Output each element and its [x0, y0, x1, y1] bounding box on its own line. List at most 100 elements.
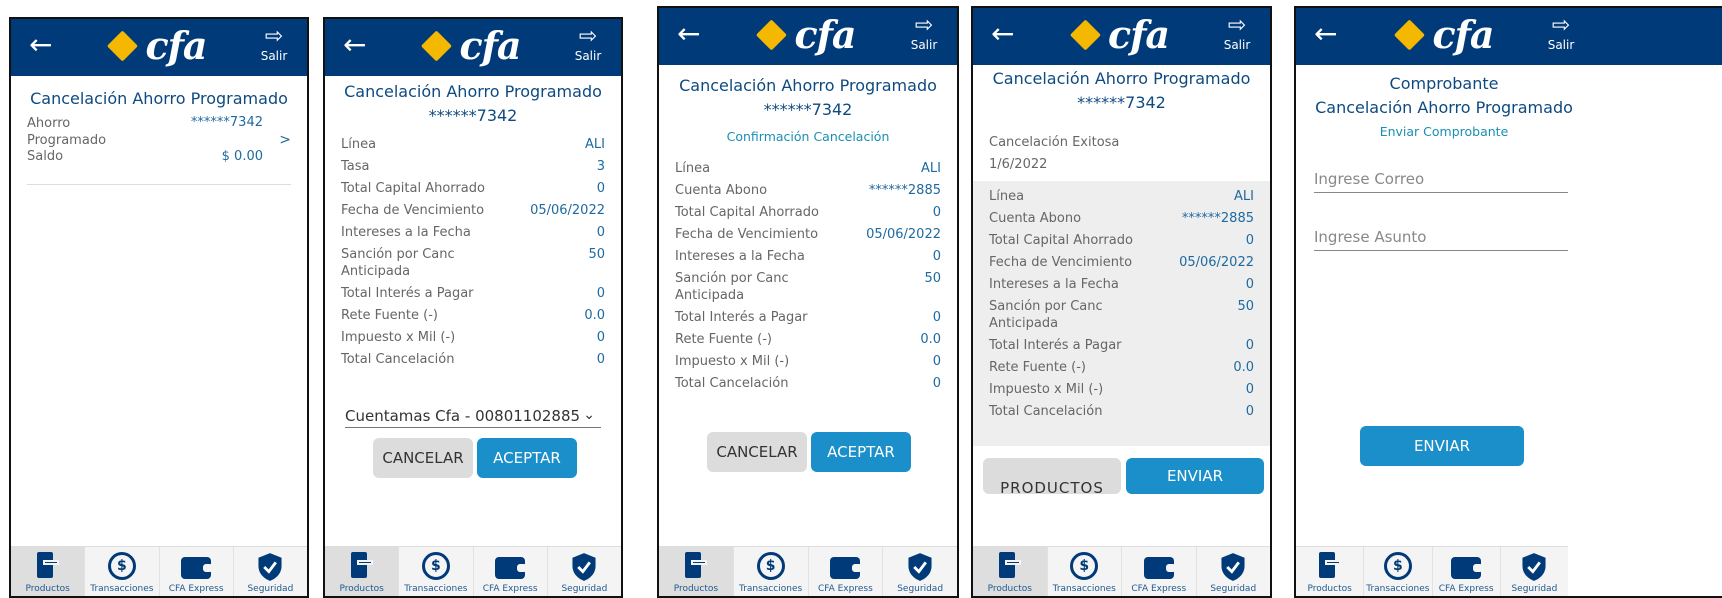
tab-transacciones[interactable]: $ Transacciones — [1363, 547, 1431, 596]
detail-value: 50 — [588, 247, 605, 262]
account-number: ******7342 — [1077, 93, 1166, 112]
detail-label: Sanción por Canc Anticipada — [675, 271, 789, 303]
detail-label: Total Capital Ahorrado — [989, 233, 1133, 248]
bottom-tab-bar: Productos $ Transacciones CFA Express Seg… — [1296, 546, 1568, 596]
shield-icon — [1221, 553, 1245, 581]
back-arrow-icon[interactable]: ← — [991, 19, 1014, 49]
tab-productos[interactable]: Productos — [11, 547, 85, 596]
tab-productos[interactable]: Productos — [325, 547, 399, 596]
back-arrow-icon[interactable]: ← — [677, 19, 700, 49]
tab-transacciones[interactable]: $ Transacciones — [1046, 547, 1122, 596]
tab-productos[interactable]: Productos — [1296, 547, 1363, 596]
tab-seguridad[interactable]: Seguridad — [882, 547, 957, 596]
page-title: Cancelación Ahorro Programado — [679, 76, 937, 95]
back-arrow-icon[interactable]: ← — [343, 30, 366, 60]
shield-icon — [1522, 553, 1546, 581]
tab-cfa-express[interactable]: CFA Express — [1431, 547, 1500, 596]
transactions-icon: $ — [756, 552, 785, 580]
cancel-button[interactable]: CANCELAR — [707, 432, 807, 472]
detail-value: ALI — [921, 161, 941, 176]
detail-value: 0 — [596, 286, 605, 301]
confirmation-subtitle: Confirmación Cancelación — [726, 129, 890, 144]
app-header: ← cfa ⇨ Salir — [973, 8, 1270, 65]
cfa-logo: cfa — [106, 25, 208, 67]
exit-button[interactable]: ⇨ Salir — [257, 25, 291, 64]
tab-cfa-express[interactable]: CFA Express — [807, 547, 883, 596]
detail-value: 0 — [1245, 233, 1254, 248]
status-text: Cancelación Exitosa — [989, 135, 1120, 150]
screen-4: ← cfa ⇨ Salir Cancelación Ahorro Programa… — [971, 6, 1272, 598]
tab-transacciones[interactable]: $ Transacciones — [84, 547, 158, 596]
send-button[interactable]: ENVIAR — [1126, 458, 1264, 494]
cfa-logo: cfa — [1069, 14, 1170, 56]
tab-productos[interactable]: Productos — [659, 547, 733, 596]
detail-value: ******2885 — [868, 183, 941, 198]
accept-button[interactable]: ACEPTAR — [477, 438, 577, 478]
detail-label: Total Interés a Pagar — [675, 310, 808, 325]
detail-value: 0 — [932, 376, 941, 391]
tab-cfa-express[interactable]: CFA Express — [158, 547, 233, 596]
detail-label: Cuenta Abono — [675, 183, 768, 198]
detail-label: Rete Fuente (-) — [675, 332, 772, 347]
detail-value: 0 — [932, 354, 941, 369]
cfa-logo: cfa — [755, 14, 857, 56]
products-button[interactable]: PRODUCTOS — [983, 458, 1121, 494]
detail-value: 0 — [1245, 382, 1254, 397]
screen-2: ← cfa ⇨ Salir Cancelación Ahorro Programa… — [323, 17, 623, 598]
product-row[interactable]: Ahorro Programado ******7342 > Saldo $ 0… — [27, 115, 291, 185]
detail-value: 0 — [932, 205, 941, 220]
page-title: Cancelación Ahorro Programado — [992, 69, 1251, 88]
logout-icon: ⇨ — [1551, 13, 1571, 38]
wallet-icon — [181, 557, 214, 579]
detail-value: ******2885 — [1181, 211, 1254, 226]
tab-seguridad[interactable]: Seguridad — [1499, 547, 1568, 596]
detail-value: 05/06/2022 — [530, 203, 605, 218]
back-arrow-icon[interactable]: ← — [1314, 19, 1337, 49]
subject-field[interactable]: Ingrese Asunto — [1314, 226, 1568, 251]
detail-value: 0 — [1245, 338, 1254, 353]
tab-seguridad[interactable]: Seguridad — [546, 547, 621, 596]
status-date: 1/6/2022 — [989, 157, 1048, 172]
cancel-button[interactable]: CANCELAR — [373, 438, 473, 478]
detail-value: 0 — [596, 225, 605, 240]
logout-icon: ⇨ — [914, 13, 934, 38]
detail-label: Impuesto x Mil (-) — [341, 330, 456, 345]
tab-transacciones[interactable]: $ Transacciones — [732, 547, 808, 596]
exit-button[interactable]: ⇨ Salir — [907, 13, 941, 53]
detail-value: 50 — [1237, 299, 1254, 314]
tab-cfa-express[interactable]: CFA Express — [472, 547, 547, 596]
detail-value: 0.0 — [920, 332, 941, 347]
detail-label: Sanción por Canc Anticipada — [341, 247, 455, 279]
tab-seguridad[interactable]: Seguridad — [1195, 547, 1271, 596]
balance-value: $ 0.00 — [221, 149, 263, 164]
email-field[interactable]: Ingrese Correo — [1314, 168, 1568, 193]
destination-account-select[interactable]: Cuentamas Cfa - 00801102885 ⌄ — [345, 405, 601, 428]
receipt-title: Comprobante — [1389, 74, 1499, 93]
exit-button[interactable]: ⇨ Salir — [571, 25, 605, 64]
wallet-icon — [1143, 557, 1176, 579]
detail-label: Intereses a la Fecha — [989, 277, 1119, 292]
detail-label: Rete Fuente (-) — [341, 308, 438, 323]
products-icon — [349, 552, 375, 580]
tab-cfa-express[interactable]: CFA Express — [1121, 547, 1196, 596]
back-arrow-icon[interactable]: ← — [29, 30, 52, 60]
products-icon — [683, 552, 709, 580]
shield-icon — [572, 553, 596, 581]
tab-seguridad[interactable]: Seguridad — [232, 547, 307, 596]
exit-button[interactable]: ⇨ Salir — [1544, 13, 1578, 53]
app-header: ← cfa ⇨ Salir — [659, 8, 957, 65]
detail-value: 05/06/2022 — [866, 227, 941, 242]
detail-label: Cuenta Abono — [989, 211, 1082, 226]
tab-productos[interactable]: Productos — [973, 547, 1047, 596]
app-header: ← cfa ⇨ Salir — [11, 19, 307, 76]
exit-button[interactable]: ⇨ Salir — [1220, 14, 1254, 53]
transactions-icon: $ — [107, 552, 136, 580]
tab-transacciones[interactable]: $ Transacciones — [398, 547, 472, 596]
screen-5: ← cfa ⇨ Salir Comprobante Cancelación Aho… — [1294, 6, 1722, 598]
send-button[interactable]: ENVIAR — [1360, 426, 1524, 466]
detail-label: Tasa — [341, 159, 370, 174]
detail-label: Total Interés a Pagar — [341, 286, 474, 301]
account-number: ******7342 — [763, 100, 853, 119]
detail-label: Impuesto x Mil (-) — [989, 382, 1104, 397]
accept-button[interactable]: ACEPTAR — [811, 432, 911, 472]
